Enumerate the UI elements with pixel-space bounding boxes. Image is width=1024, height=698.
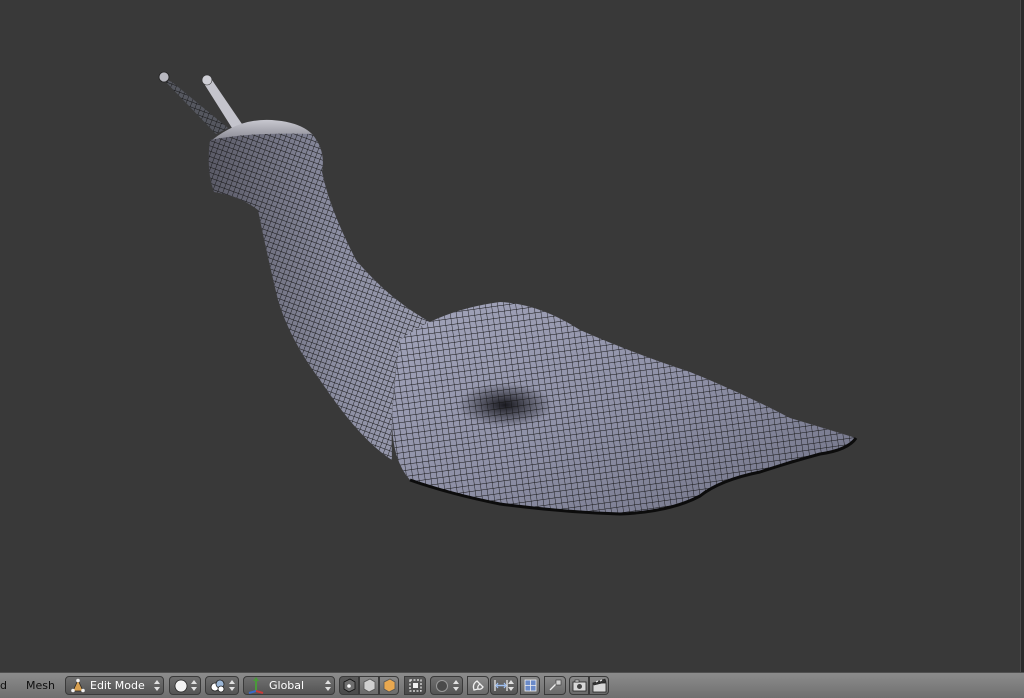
viewport-edge <box>1020 0 1024 672</box>
occlude-geometry-icon <box>409 679 422 692</box>
dropdown-arrows-icon <box>325 679 331 692</box>
proportional-editing-selector[interactable] <box>430 676 463 695</box>
transform-orientation-selector[interactable]: Global <box>243 676 335 695</box>
solid-sphere-icon <box>174 679 188 693</box>
camera-icon <box>572 679 587 692</box>
snap-element-selector[interactable] <box>490 676 518 695</box>
dropdown-arrows-icon <box>508 679 514 692</box>
vertex-select-button[interactable] <box>339 676 359 695</box>
snap-target-icon <box>524 679 537 692</box>
dropdown-arrows-icon <box>191 679 197 692</box>
viewport-header: d Mesh Edit Mode Global <box>0 672 1024 698</box>
occlude-geometry-button[interactable] <box>404 676 426 695</box>
edge-select-icon <box>363 678 376 693</box>
pivot-point-selector[interactable] <box>205 676 239 695</box>
snap-target-button[interactable] <box>520 676 540 695</box>
vertex-select-icon <box>343 678 356 693</box>
mode-selector[interactable]: Edit Mode <box>65 676 164 695</box>
mode-label: Edit Mode <box>90 679 145 692</box>
orientation-label: Global <box>269 679 305 692</box>
dropdown-arrows-icon <box>229 679 235 692</box>
render-opengl-button[interactable] <box>569 676 589 695</box>
pivot-point-icon <box>210 679 225 693</box>
transform-manipulator-icon <box>248 677 264 694</box>
layer-visibility-button[interactable] <box>544 676 566 695</box>
dropdown-arrows-icon <box>154 679 160 692</box>
clapper-icon <box>592 678 607 693</box>
face-select-button[interactable] <box>379 676 399 695</box>
magnet-icon <box>472 680 484 691</box>
mesh-menu[interactable]: Mesh <box>26 680 55 692</box>
snap-element-icon <box>494 680 508 691</box>
add-menu-partial[interactable]: d <box>0 680 7 692</box>
layer-icon <box>549 679 562 691</box>
face-select-icon <box>383 678 396 693</box>
edit-mode-icon <box>71 678 85 693</box>
viewport-shading-selector[interactable] <box>169 676 201 695</box>
proportional-editing-icon <box>436 680 448 692</box>
snail-body <box>392 302 858 516</box>
edge-select-button[interactable] <box>359 676 379 695</box>
3d-viewport[interactable] <box>0 0 1024 672</box>
snap-toggle[interactable] <box>467 676 489 695</box>
render-animation-button[interactable] <box>589 676 609 695</box>
snail-mesh-render <box>158 71 858 516</box>
dropdown-arrows-icon <box>453 679 459 692</box>
